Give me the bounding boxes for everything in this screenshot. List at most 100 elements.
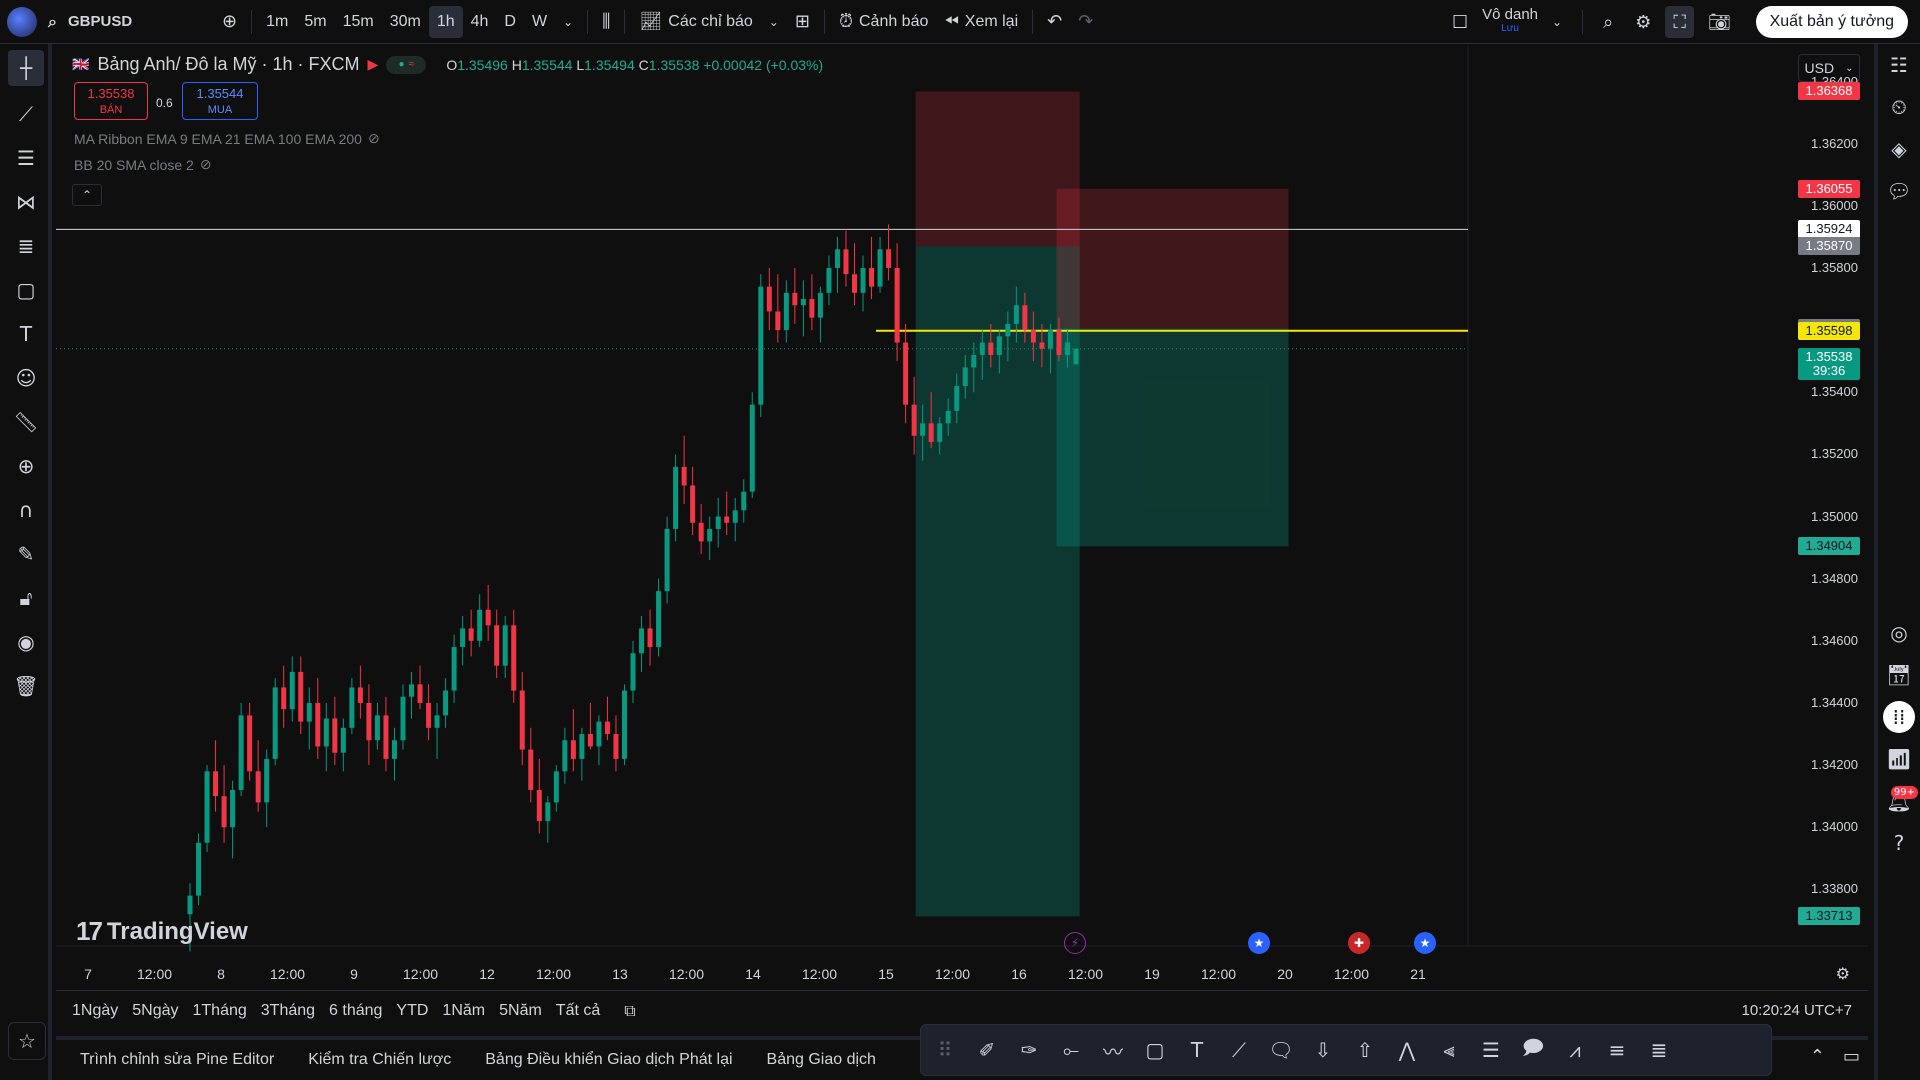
fullscreen-button[interactable]: ⛶ bbox=[1665, 6, 1694, 38]
abc-pattern-icon[interactable]: ⋀ bbox=[1393, 1038, 1421, 1062]
text-icon[interactable]: T bbox=[0, 312, 52, 356]
indicators-dropdown[interactable]: ⌄ bbox=[761, 6, 787, 38]
range-1m[interactable]: 1Tháng bbox=[193, 1002, 247, 1020]
us-flag-event-icon[interactable]: ★ bbox=[1248, 932, 1270, 954]
templates-button[interactable]: ⊞ bbox=[787, 6, 818, 38]
highlighter-icon[interactable]: ✑ bbox=[1015, 1038, 1043, 1062]
redo-button[interactable]: ↷ bbox=[1070, 6, 1101, 38]
target-icon[interactable]: ◎ bbox=[1878, 612, 1920, 654]
layout-name-button[interactable]: Vô danh Lưu bbox=[1482, 7, 1538, 36]
help-icon[interactable]: ? bbox=[1878, 822, 1920, 864]
eye-icon[interactable]: ◉ bbox=[0, 620, 52, 664]
settings-gear-icon[interactable]: ⚙︎ bbox=[1836, 964, 1850, 983]
interval-1h[interactable]: 1h bbox=[428, 5, 463, 38]
layout-toggle[interactable]: ☐ bbox=[1444, 6, 1476, 38]
tab-pine-editor[interactable]: Trình chỉnh sửa Pine Editor bbox=[80, 1051, 274, 1069]
signal-icon[interactable]: 📶︎ bbox=[1878, 738, 1920, 780]
indicator-bb[interactable]: BB 20 SMA close 2 ⊘ bbox=[74, 156, 212, 173]
go-to-date-icon[interactable]: ⧉ bbox=[624, 1001, 635, 1021]
apps-grid-icon[interactable]: ⁞⁞ bbox=[1883, 701, 1915, 733]
fib-fan-icon[interactable]: ⫷ bbox=[1435, 1038, 1463, 1062]
fib-levels-icon[interactable]: ☰ bbox=[1477, 1038, 1505, 1062]
chevron-up-icon[interactable]: ⌃ bbox=[1810, 1046, 1825, 1067]
lock-icon[interactable]: 🔓︎ bbox=[0, 576, 52, 620]
buy-button[interactable]: 1.35544 MUA bbox=[182, 82, 258, 120]
indicator-ma-ribbon[interactable]: MA Ribbon EMA 9 EMA 21 EMA 100 EMA 200 ⊘ bbox=[74, 130, 380, 147]
alert-button[interactable]: ⏰︎ Cảnh báo bbox=[831, 6, 936, 38]
publish-idea-button[interactable]: Xuất bản ý tưởng bbox=[1755, 6, 1908, 38]
earnings-event-icon[interactable]: ⚡︎ bbox=[1064, 932, 1086, 954]
rectangle-icon[interactable]: ▢ bbox=[0, 268, 52, 312]
emoji-icon[interactable]: ☺ bbox=[0, 356, 52, 400]
layers-icon[interactable]: ◈ bbox=[1878, 128, 1920, 170]
arrow-down-icon[interactable]: ⇩ bbox=[1309, 1038, 1337, 1062]
position-icon[interactable]: ≣ bbox=[1645, 1038, 1673, 1062]
chart-type-button[interactable]: ⫼ bbox=[594, 6, 618, 38]
chat-icon[interactable]: 💬︎ bbox=[1878, 170, 1920, 212]
notifications-icon[interactable]: 🔔︎ 99+ bbox=[1878, 780, 1920, 822]
eye-hidden-icon[interactable]: ⊘ bbox=[200, 156, 212, 173]
range-6m[interactable]: 6 tháng bbox=[329, 1002, 382, 1020]
elliott-wave-icon[interactable]: ⩘ bbox=[1561, 1038, 1589, 1062]
trash-icon[interactable]: 🗑︎ bbox=[0, 664, 52, 708]
layout-dropdown[interactable]: ⌄ bbox=[1544, 6, 1570, 38]
replay-button[interactable]: ⏪︎ Xem lại bbox=[936, 6, 1026, 38]
quick-search-button[interactable]: ⌕ bbox=[1595, 6, 1621, 38]
fib-retracement-icon[interactable]: ☰ bbox=[0, 136, 52, 180]
ruler-icon[interactable]: 📏︎ bbox=[0, 400, 52, 444]
brush-icon[interactable]: ✐ bbox=[973, 1038, 1001, 1062]
range-all[interactable]: Tất cả bbox=[556, 1002, 600, 1020]
settings-button[interactable]: ⚙︎ bbox=[1627, 6, 1659, 38]
snapshot-button[interactable]: 📷︎ bbox=[1700, 6, 1739, 38]
symbol-title[interactable]: Bảng Anh/ Đô la Mỹ · 1h · FXCM bbox=[97, 54, 359, 75]
zoom-in-icon[interactable]: ⊕ bbox=[0, 444, 52, 488]
interval-dropdown[interactable]: ⌄ bbox=[555, 6, 581, 38]
callout-icon[interactable]: 🗨︎ bbox=[1267, 1038, 1295, 1062]
interval-30m[interactable]: 30m bbox=[382, 6, 429, 38]
us-flag-event-icon[interactable]: ★ bbox=[1414, 932, 1436, 954]
arrow-up-icon[interactable]: ⇧ bbox=[1351, 1038, 1379, 1062]
parallel-channel-icon[interactable]: ≡ bbox=[1603, 1038, 1631, 1062]
tab-strategy-tester[interactable]: Kiểm tra Chiến lược bbox=[308, 1051, 451, 1069]
drag-handle-icon[interactable]: ⠿ bbox=[931, 1038, 959, 1062]
text-icon[interactable]: T bbox=[1183, 1038, 1211, 1062]
indicators-button[interactable]: 📈︎ Các chỉ báo bbox=[631, 6, 760, 38]
range-ytd[interactable]: YTD bbox=[396, 1002, 428, 1020]
rectangle-icon[interactable]: ▢ bbox=[1141, 1038, 1169, 1062]
maximize-icon[interactable]: ▭ bbox=[1843, 1046, 1860, 1067]
tab-trading-panel[interactable]: Bảng Giao dịch bbox=[767, 1051, 876, 1069]
range-1y[interactable]: 1Năm bbox=[442, 1002, 485, 1020]
chart-pane[interactable]: 🇬🇧︎ Bảng Anh/ Đô la Mỹ · 1h · FXCM ▶ ● ≈ … bbox=[56, 46, 1868, 990]
watchlist-icon[interactable]: ☷ bbox=[1878, 44, 1920, 86]
pattern-icon[interactable]: ⋈ bbox=[0, 180, 52, 224]
interval-4h[interactable]: 4h bbox=[463, 6, 497, 38]
clock[interactable]: 10:20:24 UTC+7 bbox=[1742, 1002, 1853, 1019]
interval-d[interactable]: D bbox=[496, 6, 524, 38]
comment-icon[interactable]: 🗩︎ bbox=[1519, 1033, 1547, 1067]
interval-w[interactable]: W bbox=[524, 6, 555, 38]
compare-symbol-button[interactable]: ⊕ bbox=[214, 6, 245, 38]
stay-drawing-icon[interactable]: ✎ bbox=[0, 532, 52, 576]
forecast-icon[interactable]: ≣ bbox=[0, 224, 52, 268]
trend-line-icon[interactable]: ⟋ bbox=[1225, 1038, 1253, 1062]
range-3m[interactable]: 3Tháng bbox=[261, 1002, 315, 1020]
horizontal-ray-icon[interactable]: ⟜ bbox=[1057, 1038, 1085, 1062]
magnet-icon[interactable]: ∩ bbox=[0, 488, 52, 532]
range-5d[interactable]: 5Ngày bbox=[132, 1002, 178, 1020]
interval-15m[interactable]: 15m bbox=[335, 6, 382, 38]
range-1d[interactable]: 1Ngày bbox=[72, 1002, 118, 1020]
watchlist-star-button[interactable]: ☆ bbox=[8, 1022, 46, 1060]
range-5y[interactable]: 5Năm bbox=[499, 1002, 542, 1020]
interval-1m[interactable]: 1m bbox=[258, 6, 296, 38]
uk-flag-event-icon[interactable]: ✚ bbox=[1348, 932, 1370, 954]
interval-5m[interactable]: 5m bbox=[296, 6, 334, 38]
tab-replay-trading[interactable]: Bảng Điều khiển Giao dịch Phát lại bbox=[485, 1051, 732, 1069]
chart-canvas[interactable] bbox=[56, 46, 1868, 990]
crosshair-icon[interactable]: ┼ bbox=[8, 50, 44, 86]
collapse-legend-button[interactable]: ⌃ bbox=[72, 184, 102, 206]
alerts-clock-icon[interactable]: ⏲︎ bbox=[1878, 86, 1920, 128]
eye-hidden-icon[interactable]: ⊘ bbox=[368, 130, 380, 147]
symbol-search-button[interactable]: ⌕ GBPUSD bbox=[44, 6, 214, 38]
calendar-icon[interactable]: 📅︎ bbox=[1878, 654, 1920, 696]
path-icon[interactable]: 〰 bbox=[1099, 1036, 1127, 1065]
